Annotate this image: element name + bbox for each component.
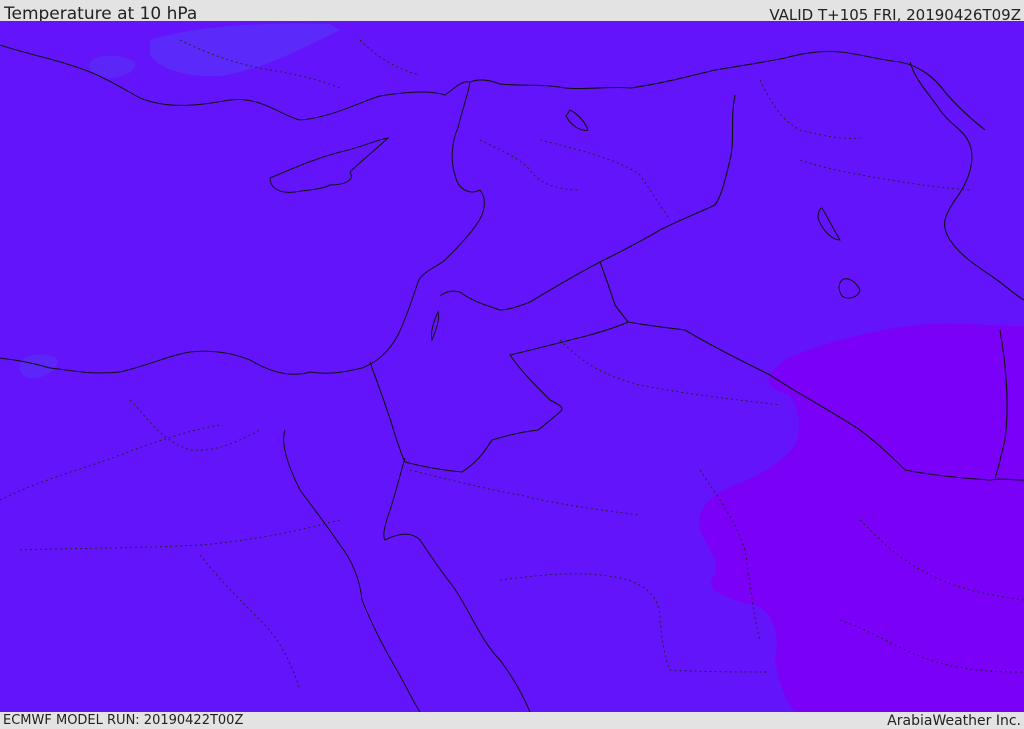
map-svg — [0, 21, 1024, 712]
credit: ArabiaWeather Inc. — [887, 713, 1021, 729]
map-canvas — [0, 21, 1024, 712]
footer-bar: ECMWF MODEL RUN: 20190422T00Z ArabiaWeat… — [0, 712, 1024, 729]
map-frame: Temperature at 10 hPa VALID T+105 FRI, 2… — [0, 0, 1024, 729]
header-bar: Temperature at 10 hPa VALID T+105 FRI, 2… — [0, 0, 1024, 24]
model-run: ECMWF MODEL RUN: 20190422T00Z — [3, 713, 244, 728]
